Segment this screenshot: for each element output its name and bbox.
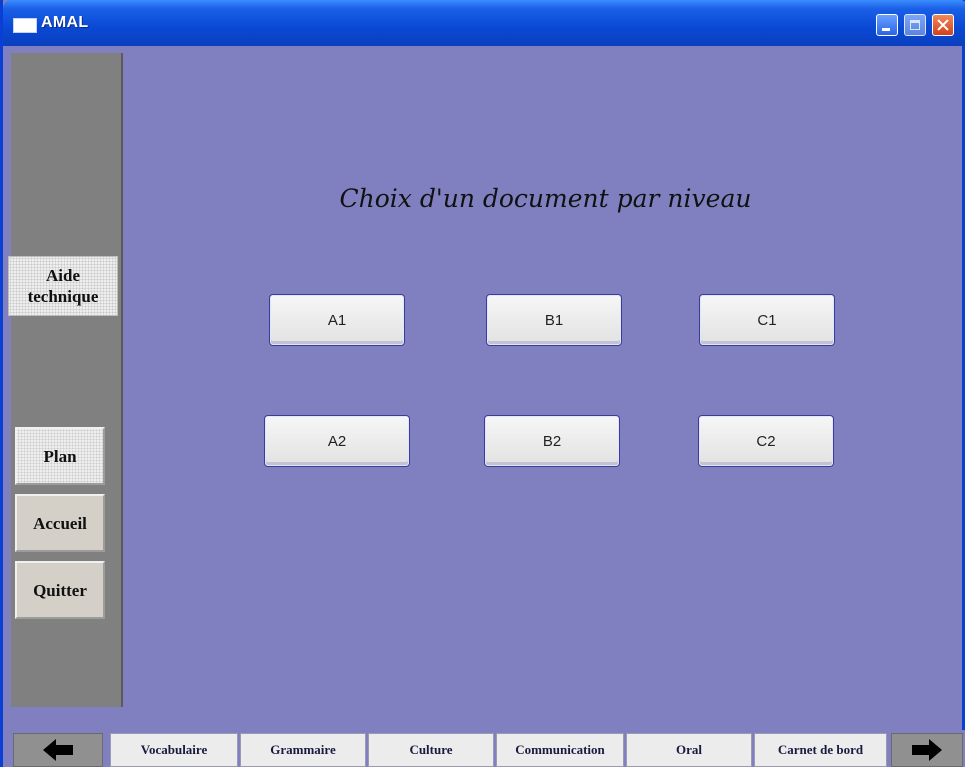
level-c1-button[interactable]: C1 bbox=[700, 295, 834, 345]
plan-button[interactable]: Plan bbox=[15, 427, 105, 485]
aide-technique-label: Aide technique bbox=[27, 266, 99, 306]
minimize-button[interactable] bbox=[876, 14, 898, 36]
previous-button[interactable] bbox=[13, 733, 103, 767]
next-button[interactable] bbox=[891, 733, 963, 767]
tab-vocabulaire[interactable]: Vocabulaire bbox=[110, 733, 238, 767]
bottom-navigation: Vocabulaire Grammaire Culture Communicat… bbox=[3, 730, 965, 767]
maximize-button[interactable] bbox=[904, 14, 926, 36]
tab-culture[interactable]: Culture bbox=[368, 733, 494, 767]
window-title: AMAL bbox=[41, 14, 89, 31]
level-a1-button[interactable]: A1 bbox=[270, 295, 404, 345]
level-a2-button[interactable]: A2 bbox=[265, 416, 409, 466]
close-button[interactable] bbox=[932, 14, 954, 36]
quitter-button[interactable]: Quitter bbox=[15, 561, 105, 619]
level-c2-button[interactable]: C2 bbox=[699, 416, 833, 466]
level-b1-button[interactable]: B1 bbox=[487, 295, 621, 345]
aide-technique-button[interactable]: Aide technique bbox=[8, 256, 118, 316]
window-icon bbox=[13, 18, 37, 33]
arrow-left-icon bbox=[43, 739, 73, 761]
tab-communication[interactable]: Communication bbox=[496, 733, 624, 767]
arrow-right-icon bbox=[912, 739, 942, 761]
quitter-label: Quitter bbox=[33, 580, 87, 600]
tab-grammaire[interactable]: Grammaire bbox=[240, 733, 366, 767]
page-title: Choix d'un document par niveau bbox=[339, 184, 752, 213]
plan-label: Plan bbox=[43, 446, 77, 466]
app-window: AMAL Aide technique Plan Accueil Quitter… bbox=[0, 0, 965, 767]
level-b2-button[interactable]: B2 bbox=[485, 416, 619, 466]
tab-carnet-de-bord[interactable]: Carnet de bord bbox=[754, 733, 887, 767]
tab-oral[interactable]: Oral bbox=[626, 733, 752, 767]
accueil-label: Accueil bbox=[33, 513, 87, 533]
accueil-button[interactable]: Accueil bbox=[15, 494, 105, 552]
title-bar[interactable]: AMAL bbox=[3, 0, 965, 46]
